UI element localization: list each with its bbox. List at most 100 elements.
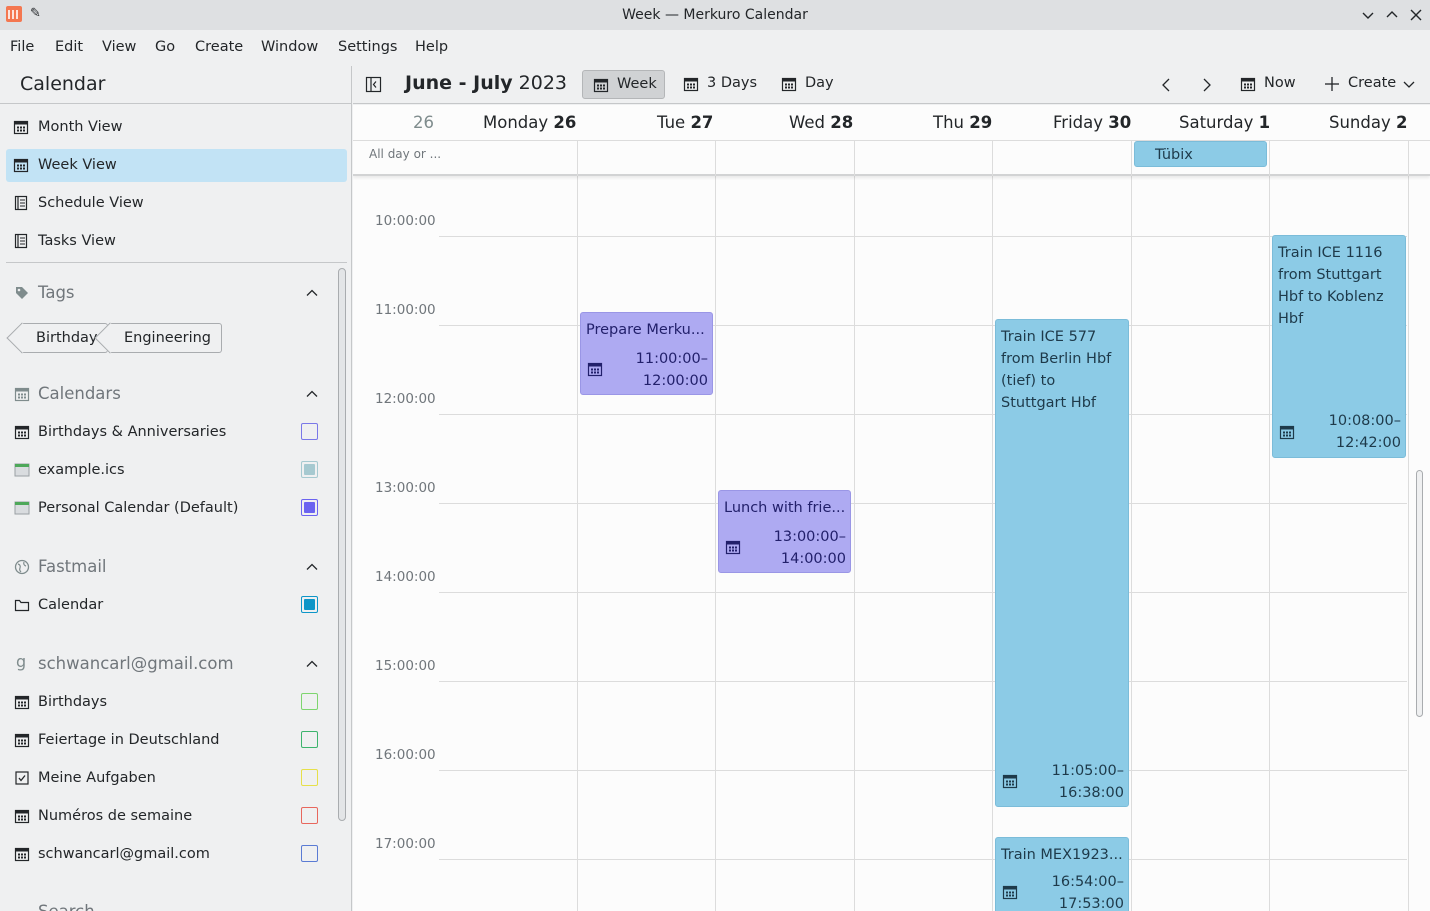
section-title: Search [38,902,95,911]
week-grid: 10:00:00 11:00:00 12:00:00 13:00:00 14:0… [353,105,1430,911]
now-button[interactable]: Now [1230,70,1300,99]
calendar-item-example-ics[interactable]: example.ics [14,459,324,483]
calendar-checkbox[interactable] [301,499,318,516]
create-button[interactable]: Create [1314,70,1422,99]
event-train-ice-577[interactable]: Train ICE 577 from Berlin Hbf (tief) to … [995,319,1129,807]
menu-window[interactable]: Window [261,39,318,55]
button-label: Day [805,75,834,91]
calendar-label: Birthdays & Anniversaries [38,424,227,440]
calendar-checkbox[interactable] [301,423,318,440]
day-view-button[interactable]: Day [771,70,841,99]
calendar-item-personal[interactable]: Personal Calendar (Default) [14,497,324,521]
chevron-up-icon[interactable] [304,386,320,402]
previous-icon[interactable] [1158,76,1176,94]
calendar-scrollbar[interactable] [1416,470,1423,717]
menu-bar: File Edit View Go Create Window Settings… [0,30,1430,66]
event-train-mex1923[interactable]: Train MEX1923... 16:54:00– 17:53:00 [995,837,1129,911]
calendar-item-gmail-birthdays[interactable]: Birthdays [14,691,324,715]
day-name: Tue [657,113,686,132]
next-icon[interactable] [1197,76,1215,94]
close-icon[interactable] [1406,5,1426,25]
calendar-item-gmail-main[interactable]: schwancarl@gmail.com [14,843,324,867]
calendar-checkbox[interactable] [301,769,318,786]
chevron-up-icon[interactable] [304,285,320,301]
calendar-month-icon [13,119,29,135]
sidebar-scrollbar[interactable] [338,268,346,821]
day-divider [1131,141,1132,911]
day-number: 2 [1396,113,1408,132]
menu-file[interactable]: File [10,39,34,55]
event-end-time: 12:00:00 [642,373,708,389]
calendar-checkbox[interactable] [301,845,318,862]
calendar-checkbox[interactable] [301,461,318,478]
event-start-time: 11:00:00– [635,351,708,367]
hour-line [439,503,1407,504]
gmail-section-header[interactable]: g schwancarl@gmail.com [14,652,320,676]
day-number: 27 [690,113,714,132]
ics-file-icon [14,463,30,477]
event-train-ice-1116[interactable]: Train ICE 1116 from Stuttgart Hbf to Kob… [1272,235,1406,458]
day-name: Wed [789,113,825,132]
calendar-item-feiertage[interactable]: Feiertage in Deutschland [14,729,324,753]
calendar-item-birthdays-anniversaries[interactable]: Birthdays & Anniversaries [14,421,324,445]
menu-go[interactable]: Go [155,39,175,55]
calendar-checkbox[interactable] [301,596,318,613]
calendar-checkbox[interactable] [301,731,318,748]
event-end-time: 12:42:00 [1335,435,1401,451]
chevron-up-icon[interactable] [304,559,320,575]
time-label: 15:00:00 [375,658,436,674]
calendar-label: schwancarl@gmail.com [38,846,210,862]
nav-week-view[interactable]: Week View [6,149,347,182]
day-divider [854,141,855,911]
minimize-icon[interactable] [1358,5,1378,25]
calendars-section-header[interactable]: Calendars [14,382,320,406]
day-divider [577,141,578,911]
week-view-button[interactable]: Week [582,70,665,99]
search-section-header-partial[interactable]: Search [14,900,320,911]
calendar-item-numeros-de-semaine[interactable]: Numéros de semaine [14,805,324,829]
chevron-up-icon[interactable] [304,656,320,672]
calendar-checkbox[interactable] [301,807,318,824]
google-icon: g [16,652,27,671]
event-end-time: 16:38:00 [1058,785,1124,801]
event-tubix-allday[interactable]: Tübix [1134,141,1267,167]
section-title: Fastmail [38,557,107,576]
hour-line [439,770,1407,771]
day-number: 1 [1258,113,1271,132]
event-prepare-merkuro[interactable]: Prepare Merku... 11:00:00– 12:00:00 [580,312,713,395]
menu-create[interactable]: Create [195,39,243,55]
calendar-icon [1002,773,1018,789]
event-lunch-with-friends[interactable]: Lunch with frie... 13:00:00– 14:00:00 [718,490,851,573]
calendar-icon [14,732,30,748]
three-days-view-button[interactable]: 3 Days [673,70,761,99]
tags-section-header[interactable]: Tags [14,281,320,305]
maximize-icon[interactable] [1382,5,1402,25]
nav-month-view[interactable]: Month View [6,111,347,144]
calendar-item-fastmail-calendar[interactable]: Calendar [14,594,324,618]
button-label: Now [1264,75,1296,91]
day-name: Thu [933,113,964,132]
calendar-label: Personal Calendar (Default) [38,500,239,516]
window-titlebar: ✎ Week — Merkuro Calendar [0,0,1430,30]
menu-help[interactable]: Help [415,39,448,55]
fastmail-section-header[interactable]: Fastmail [14,555,320,579]
nav-tasks-view[interactable]: Tasks View [6,225,347,258]
time-label: 17:00:00 [375,836,436,852]
calendar-icon [587,361,603,377]
chevron-down-icon[interactable] [1402,77,1416,91]
menu-view[interactable]: View [102,39,136,55]
event-end-time: 17:53:00 [1058,896,1124,911]
nav-schedule-view[interactable]: Schedule View [6,187,347,220]
calendar-checkbox[interactable] [301,693,318,710]
sidebar-toggle-icon[interactable] [365,76,382,93]
calendar-item-meine-aufgaben[interactable]: Meine Aufgaben [14,767,324,791]
menu-settings[interactable]: Settings [338,39,397,55]
menu-edit[interactable]: Edit [55,39,83,55]
calendar-day-icon [781,76,797,92]
hour-line [439,859,1407,860]
day-name: Friday [1053,113,1104,132]
sidebar: Calendar Month View Week View Schedule V… [0,66,352,911]
tag-engineering[interactable]: Engineering [109,323,222,353]
day-name: Saturday [1179,113,1254,132]
tasks-list-icon [13,233,29,249]
